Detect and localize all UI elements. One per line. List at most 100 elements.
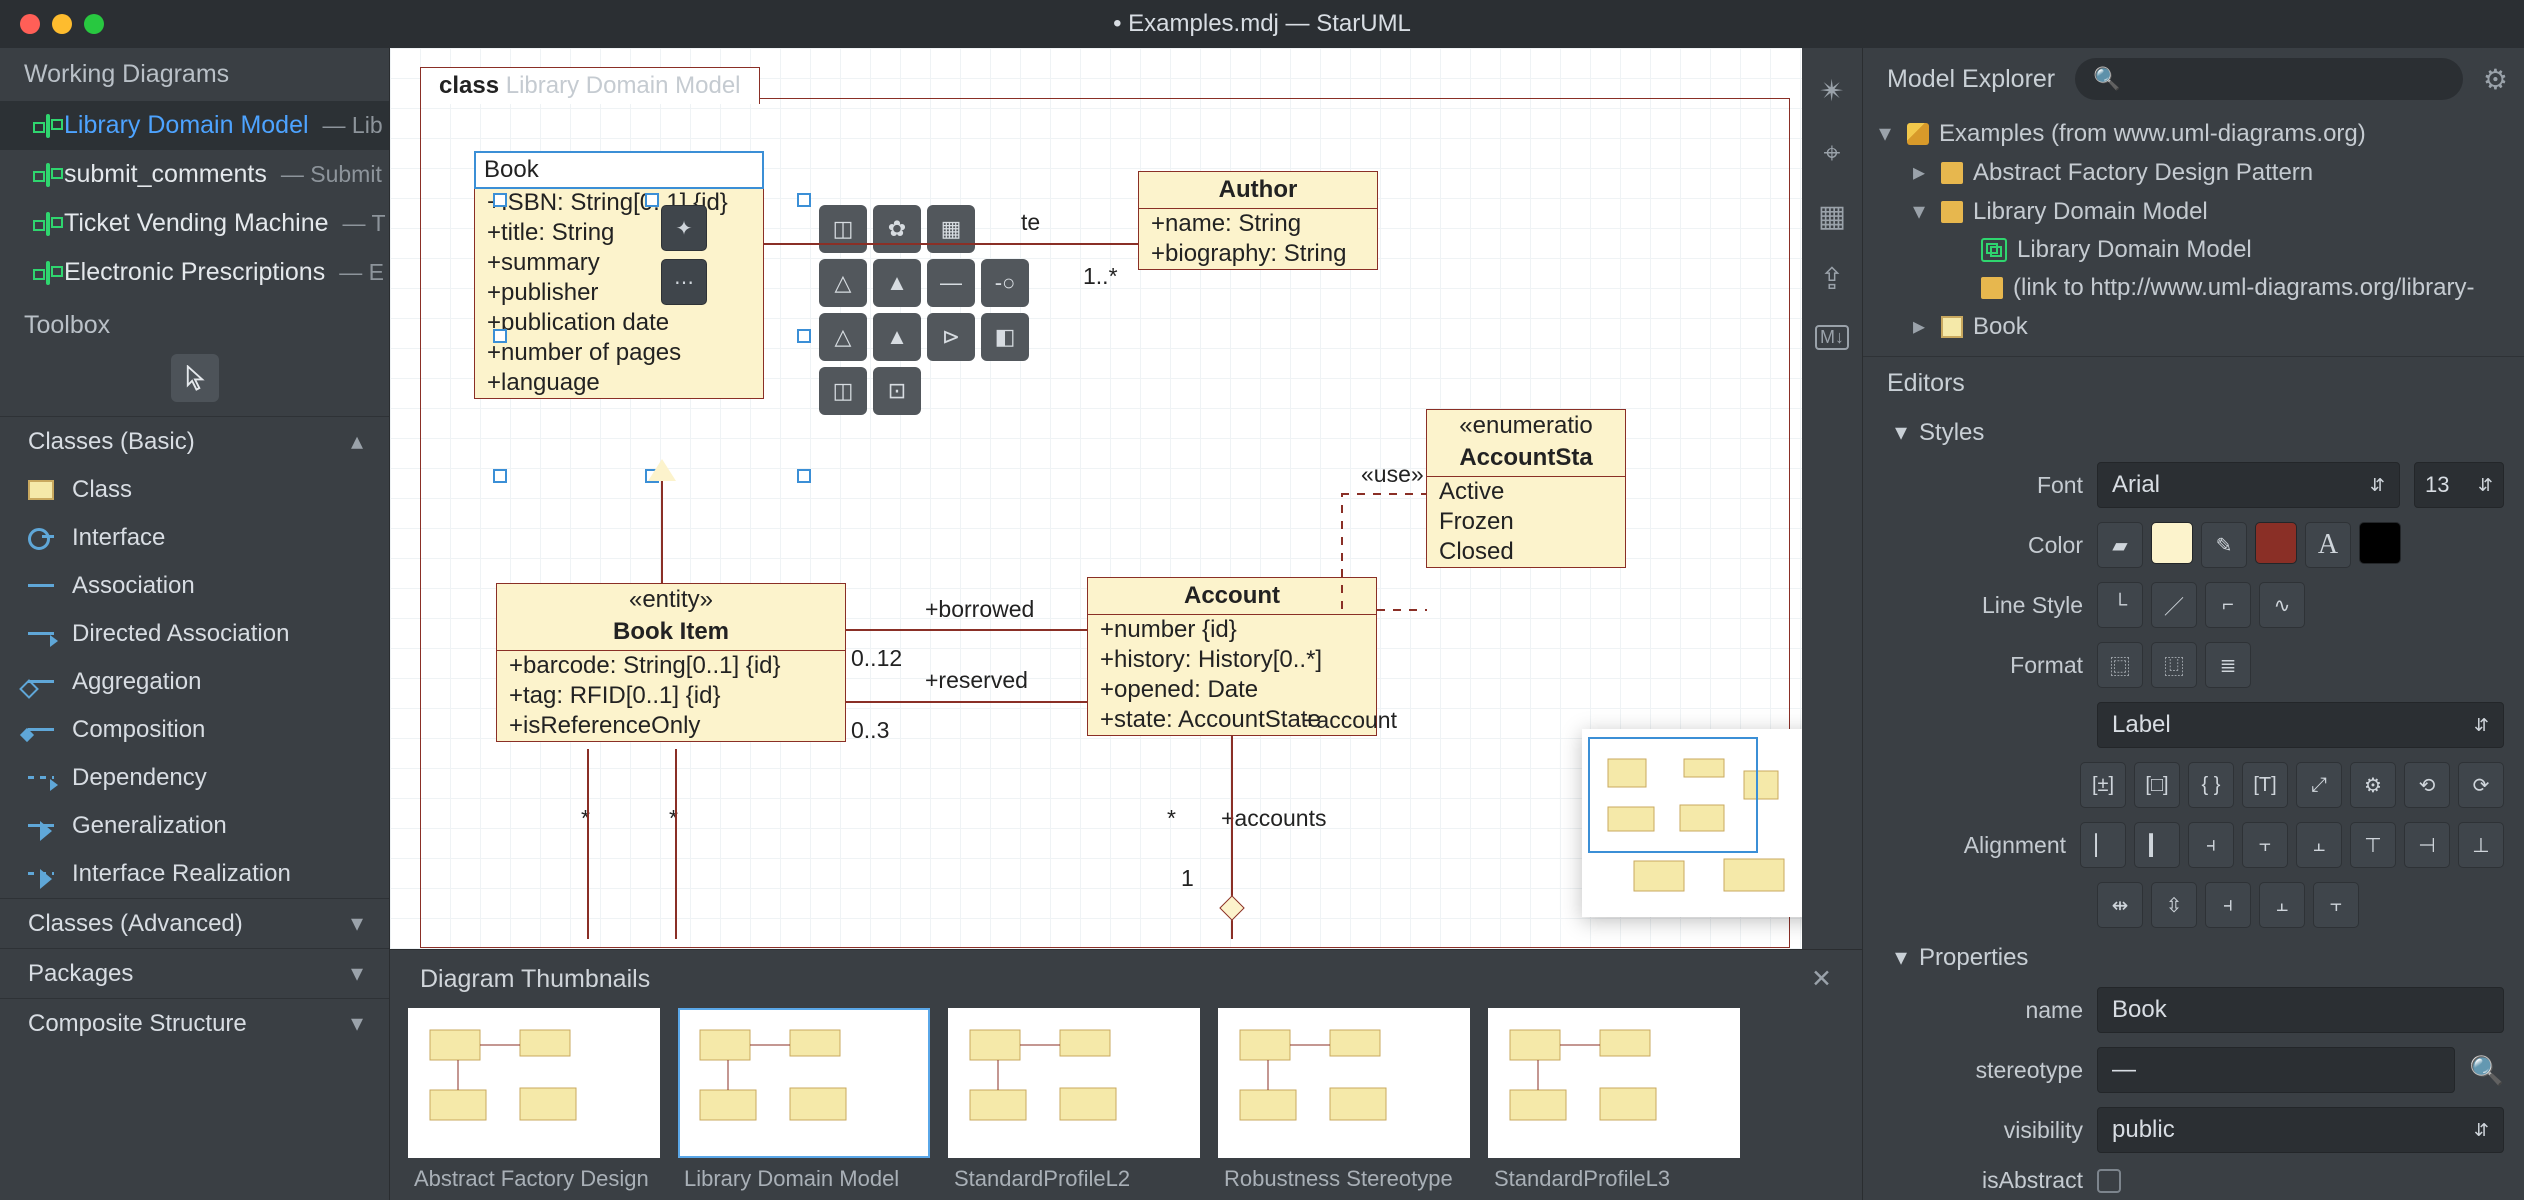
extension-icon[interactable]: ✴ <box>1819 74 1844 109</box>
palette-btn[interactable]: △ <box>819 313 867 361</box>
styles-section[interactable]: ▾Styles <box>1863 410 2524 455</box>
association-line[interactable] <box>846 701 1087 703</box>
markdown-icon[interactable]: M↓ <box>1815 325 1849 350</box>
association-line[interactable] <box>675 749 677 939</box>
toolbox-group[interactable]: Composite Structure▾ <box>0 998 389 1048</box>
view-option-btn[interactable]: [T] <box>2242 762 2288 808</box>
palette-btn[interactable]: -○ <box>981 259 1029 307</box>
palette-btn[interactable]: ✿ <box>873 205 921 253</box>
fill-color-swatch[interactable] <box>2151 522 2193 564</box>
view-option-btn[interactable]: ⚙ <box>2350 762 2396 808</box>
attribute[interactable]: Frozen <box>1427 507 1625 537</box>
attribute[interactable]: +publisher <box>475 278 763 308</box>
toolbox-item[interactable]: Class <box>0 466 389 514</box>
align-btn[interactable]: ⫟ <box>2242 822 2288 868</box>
palette-btn[interactable]: △ <box>819 259 867 307</box>
working-diagram-item[interactable]: Library Domain Model — Lib <box>0 101 389 150</box>
line-color-swatch[interactable] <box>2255 522 2297 564</box>
dependency-line[interactable] <box>1377 609 1427 611</box>
align-btn[interactable]: ⊣ <box>2404 822 2450 868</box>
distribute-btn[interactable]: ⫞ <box>2205 882 2251 928</box>
attribute[interactable]: +name: String <box>1139 209 1377 239</box>
font-family-select[interactable]: Arial⇵ <box>2097 462 2400 508</box>
class-bookitem[interactable]: «entity» Book Item +barcode: String[0..1… <box>496 583 846 742</box>
distribute-btn[interactable]: ⇳ <box>2151 882 2197 928</box>
class-book[interactable]: +ISBN: String[0..1] {id}+title: String+s… <box>474 153 764 399</box>
close-icon[interactable]: ✕ <box>1811 964 1832 994</box>
align-btn[interactable]: ⫞ <box>2188 822 2234 868</box>
text-color-icon[interactable]: A <box>2305 522 2351 568</box>
grid-icon[interactable]: ▦ <box>1818 199 1846 234</box>
attribute[interactable]: Closed <box>1427 537 1625 567</box>
distribute-btn[interactable]: ⫠ <box>2259 882 2305 928</box>
gear-icon[interactable]: ⚙ <box>2483 63 2508 96</box>
attribute[interactable]: +ISBN: String[0..1] {id} <box>475 188 763 218</box>
toolbox-item[interactable]: Aggregation <box>0 658 389 706</box>
prop-stereotype-input[interactable]: — <box>2097 1047 2455 1093</box>
linestyle-round-icon[interactable]: ⌐ <box>2205 582 2251 628</box>
attribute[interactable]: +publication date <box>475 308 763 338</box>
thumbnail[interactable]: Robustness Stereotype <box>1218 1008 1470 1200</box>
model-search-input[interactable]: 🔍 <box>2075 58 2463 100</box>
toolbox-item[interactable]: Generalization <box>0 802 389 850</box>
prop-name-input[interactable]: Book <box>2097 987 2504 1033</box>
target-icon[interactable]: ⌖ <box>1824 137 1841 171</box>
attribute[interactable]: +summary <box>475 248 763 278</box>
toolbox-item[interactable]: Dependency <box>0 754 389 802</box>
working-diagram-item[interactable]: submit_comments — Submit <box>0 150 389 199</box>
association-line[interactable] <box>846 629 1087 631</box>
toolbox-item[interactable]: Directed Association <box>0 610 389 658</box>
align-btn[interactable]: ⊤ <box>2350 822 2396 868</box>
distribute-btn[interactable]: ⫟ <box>2313 882 2359 928</box>
dependency-line[interactable] <box>1341 493 1426 495</box>
format-btn[interactable]: ≣ <box>2205 642 2251 688</box>
toolbox-item[interactable]: Interface Realization <box>0 850 389 898</box>
attribute[interactable]: +biography: String <box>1139 239 1377 269</box>
window-minimize-icon[interactable] <box>52 14 72 34</box>
palette-btn[interactable]: ▦ <box>927 205 975 253</box>
format-display-select[interactable]: Label⇵ <box>2097 702 2504 748</box>
quick-edit-palette[interactable]: ◫ ✿ ▦ △ ▲ — -○ △ ▲ ⊳ ◧ ◫ ⊡ <box>819 205 1029 415</box>
properties-section[interactable]: ▾Properties <box>1863 935 2524 980</box>
thumbnail[interactable]: Library Domain Model <box>678 1008 930 1200</box>
palette-btn[interactable]: ▲ <box>873 259 921 307</box>
font-size-input[interactable]: 13⇵ <box>2414 462 2504 508</box>
dependency-line[interactable] <box>1341 493 1343 609</box>
view-option-btn[interactable]: [□] <box>2134 762 2180 808</box>
selection-tool-icon[interactable] <box>171 354 219 402</box>
attribute[interactable]: +language <box>475 368 763 398</box>
align-btn[interactable]: ▏ <box>2080 822 2126 868</box>
attribute[interactable]: +tag: RFID[0..1] {id} <box>497 681 845 711</box>
palette-btn[interactable]: ⊡ <box>873 367 921 415</box>
toolbox-group[interactable]: Classes (Advanced)▾ <box>0 898 389 948</box>
toolbox-group[interactable]: Packages▾ <box>0 948 389 998</box>
thumbnail[interactable]: StandardProfileL2 <box>948 1008 1200 1200</box>
working-diagram-item[interactable]: Ticket Vending Machine — T <box>0 199 389 248</box>
window-close-icon[interactable] <box>20 14 40 34</box>
thumbnail[interactable]: StandardProfileL3 <box>1488 1008 1740 1200</box>
linestyle-oblique-icon[interactable]: ／ <box>2151 582 2197 628</box>
distribute-btn[interactable]: ⇹ <box>2097 882 2143 928</box>
palette-btn[interactable]: ▲ <box>873 313 921 361</box>
window-zoom-icon[interactable] <box>84 14 104 34</box>
toolbox-item[interactable]: Association <box>0 562 389 610</box>
attribute[interactable]: +number of pages <box>475 338 763 368</box>
fill-tool-icon[interactable]: ▰ <box>2097 522 2143 568</box>
prop-isabstract-checkbox[interactable] <box>2097 1169 2121 1193</box>
attribute[interactable]: +isReferenceOnly <box>497 711 845 741</box>
view-option-btn[interactable]: { } <box>2188 762 2234 808</box>
prop-visibility-select[interactable]: public⇵ <box>2097 1107 2504 1153</box>
model-tree[interactable]: ▾Examples (from www.uml-diagrams.org) ▸A… <box>1863 110 2524 356</box>
align-btn[interactable]: ⫠ <box>2296 822 2342 868</box>
line-tool-icon[interactable]: ✎ <box>2201 522 2247 568</box>
attribute[interactable]: +number {id} <box>1088 615 1376 645</box>
palette-btn[interactable]: ◫ <box>819 367 867 415</box>
class-author[interactable]: Author +name: String+biography: String <box>1138 171 1378 270</box>
class-name-edit-input[interactable] <box>474 151 764 189</box>
linestyle-rect-icon[interactable]: └ <box>2097 582 2143 628</box>
toolbox-item[interactable]: Composition <box>0 706 389 754</box>
thumbnail[interactable]: Abstract Factory Design <box>408 1008 660 1200</box>
view-option-btn[interactable]: ⟳ <box>2458 762 2504 808</box>
text-color-swatch[interactable] <box>2359 522 2401 564</box>
linestyle-curve-icon[interactable]: ∿ <box>2259 582 2305 628</box>
